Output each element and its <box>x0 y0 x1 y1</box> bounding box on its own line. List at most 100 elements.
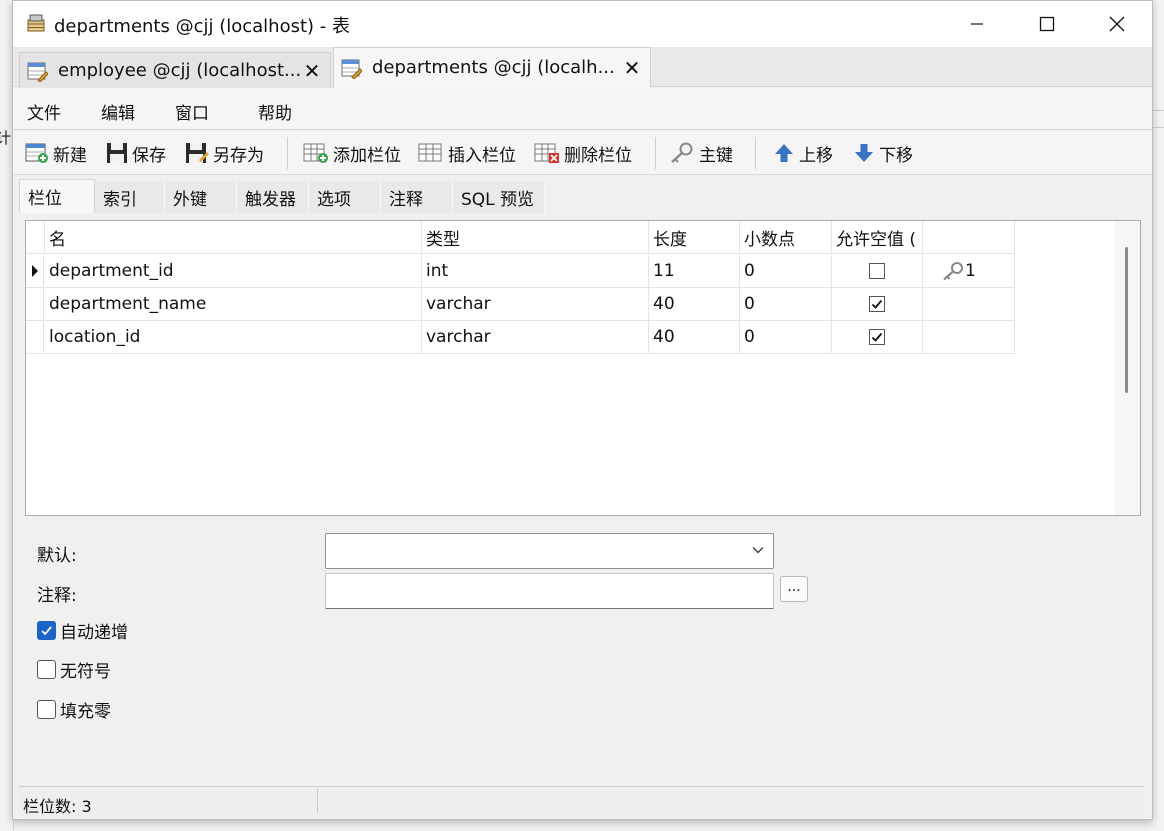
maximize-icon <box>1039 16 1055 32</box>
scrollbar-thumb[interactable] <box>1125 247 1128 393</box>
new-button[interactable]: 新建 <box>25 139 87 167</box>
unsigned-option[interactable]: 无符号 <box>37 657 111 682</box>
comment-input[interactable] <box>325 573 774 609</box>
insert-field-button[interactable]: 插入栏位 <box>418 139 516 167</box>
tab-triggers-label: 触发器 <box>245 189 296 210</box>
save-as-button[interactable]: 另存为 <box>185 139 264 167</box>
add-field-label: 添加栏位 <box>333 145 401 166</box>
header-type[interactable]: 类型 <box>422 221 649 254</box>
cell-key[interactable] <box>923 321 1015 354</box>
row-marker <box>26 288 44 321</box>
cell-name[interactable]: location_id <box>45 321 422 354</box>
cell-length[interactable]: 11 <box>649 255 740 288</box>
fields-grid[interactable]: 名 类型 长度 小数点 允许空值 ( department_id int 11 … <box>25 220 1141 516</box>
cell-type[interactable]: int <box>422 255 649 288</box>
current-row-marker <box>26 255 44 288</box>
tab-comment[interactable]: 注释 <box>381 181 453 213</box>
cell-length[interactable]: 40 <box>649 288 740 321</box>
move-down-button[interactable]: 下移 <box>853 139 913 167</box>
default-label: 默认: <box>37 546 77 566</box>
auto-increment-checkbox[interactable] <box>37 621 56 640</box>
comment-label: 注释: <box>37 586 77 606</box>
tab-foreign-keys[interactable]: 外键 <box>165 181 237 213</box>
tab-indexes[interactable]: 索引 <box>95 181 165 213</box>
tab-departments[interactable]: departments @cjj (localh... ✕ <box>333 47 651 88</box>
tab-comment-label: 注释 <box>389 189 423 210</box>
add-field-button[interactable]: 添加栏位 <box>303 139 401 167</box>
primary-key-button[interactable]: 主键 <box>669 139 733 167</box>
cell-nullable[interactable] <box>832 255 923 288</box>
save-label: 保存 <box>132 145 166 166</box>
header-decimals[interactable]: 小数点 <box>740 221 832 254</box>
maximize-button[interactable] <box>1012 1 1082 47</box>
delete-field-button[interactable]: 删除栏位 <box>534 139 632 167</box>
delete-field-icon <box>534 143 559 163</box>
minimize-button[interactable] <box>942 1 1012 47</box>
designer-tabs: 栏位 索引 外键 触发器 选项 注释 SQL 预览 <box>19 179 1152 213</box>
tab-close-icon[interactable]: ✕ <box>300 59 324 83</box>
close-button[interactable] <box>1082 1 1152 47</box>
nullable-checkbox[interactable] <box>869 329 885 345</box>
cell-nullable[interactable] <box>832 321 923 354</box>
save-button[interactable]: 保存 <box>106 139 166 167</box>
cell-key[interactable] <box>923 288 1015 321</box>
cell-name[interactable]: department_id <box>45 255 422 288</box>
tab-triggers[interactable]: 触发器 <box>237 181 309 213</box>
zerofill-checkbox[interactable] <box>37 700 56 719</box>
nullable-checkbox[interactable] <box>869 296 885 312</box>
auto-increment-option[interactable]: 自动递增 <box>37 618 128 643</box>
menu-edit[interactable]: 编辑 <box>101 99 135 124</box>
tab-employee[interactable]: employee @cjj (localhost... ✕ <box>19 52 331 88</box>
arrow-up-icon <box>775 144 793 162</box>
menu-file[interactable]: 文件 <box>27 99 61 124</box>
insert-field-icon <box>418 143 442 162</box>
tab-indexes-label: 索引 <box>103 189 137 210</box>
default-select[interactable] <box>325 533 774 569</box>
header-key[interactable] <box>923 221 1015 254</box>
toolbar: 新建 保存 另存为 添加栏位 插入栏位 删除栏位 主键 上移 下移 <box>13 131 1152 175</box>
key-order: 1 <box>965 261 976 281</box>
check-icon <box>41 626 52 636</box>
add-field-icon <box>303 143 328 163</box>
comment-ellipsis-button[interactable]: ... <box>780 576 808 602</box>
tab-fields[interactable]: 栏位 <box>19 179 95 213</box>
menu-window[interactable]: 窗口 <box>175 99 209 124</box>
cell-name[interactable]: department_name <box>45 288 422 321</box>
header-length[interactable]: 长度 <box>649 221 740 254</box>
tab-label: departments @cjj (localh... <box>372 57 615 78</box>
delete-field-label: 删除栏位 <box>564 145 632 166</box>
cell-type[interactable]: varchar <box>422 288 649 321</box>
cell-length[interactable]: 40 <box>649 321 740 354</box>
background-window-right <box>1152 0 1164 831</box>
tab-close-icon[interactable]: ✕ <box>620 56 644 80</box>
grid-scrollbar[interactable] <box>1114 221 1140 515</box>
unsigned-label: 无符号 <box>60 662 111 682</box>
cell-type[interactable]: varchar <box>422 321 649 354</box>
chevron-down-icon <box>752 547 764 554</box>
row-pointer-icon <box>31 265 38 277</box>
header-nullable[interactable]: 允许空值 ( <box>832 221 923 254</box>
new-label: 新建 <box>53 145 87 166</box>
table-design-icon <box>27 62 48 82</box>
cell-decimals[interactable]: 0 <box>740 288 832 321</box>
tab-options[interactable]: 选项 <box>309 181 381 213</box>
check-icon <box>871 332 883 342</box>
close-icon <box>1109 16 1125 32</box>
tab-sql-preview[interactable]: SQL 预览 <box>453 181 545 213</box>
nullable-checkbox[interactable] <box>869 263 885 279</box>
save-icon <box>107 143 127 163</box>
move-up-label: 上移 <box>799 145 833 166</box>
unsigned-checkbox[interactable] <box>37 660 56 679</box>
save-as-icon <box>186 143 209 163</box>
cell-decimals[interactable]: 0 <box>740 321 832 354</box>
cell-decimals[interactable]: 0 <box>740 255 832 288</box>
header-name[interactable]: 名 <box>45 221 422 254</box>
zerofill-option[interactable]: 填充零 <box>37 697 111 722</box>
primary-key-label: 主键 <box>699 145 733 166</box>
tab-label: employee @cjj (localhost... <box>58 60 300 81</box>
cell-nullable[interactable] <box>832 288 923 321</box>
key-icon <box>943 262 963 281</box>
move-up-button[interactable]: 上移 <box>773 139 833 167</box>
cell-key[interactable]: 1 <box>923 255 1015 288</box>
menu-help[interactable]: 帮助 <box>258 99 292 124</box>
